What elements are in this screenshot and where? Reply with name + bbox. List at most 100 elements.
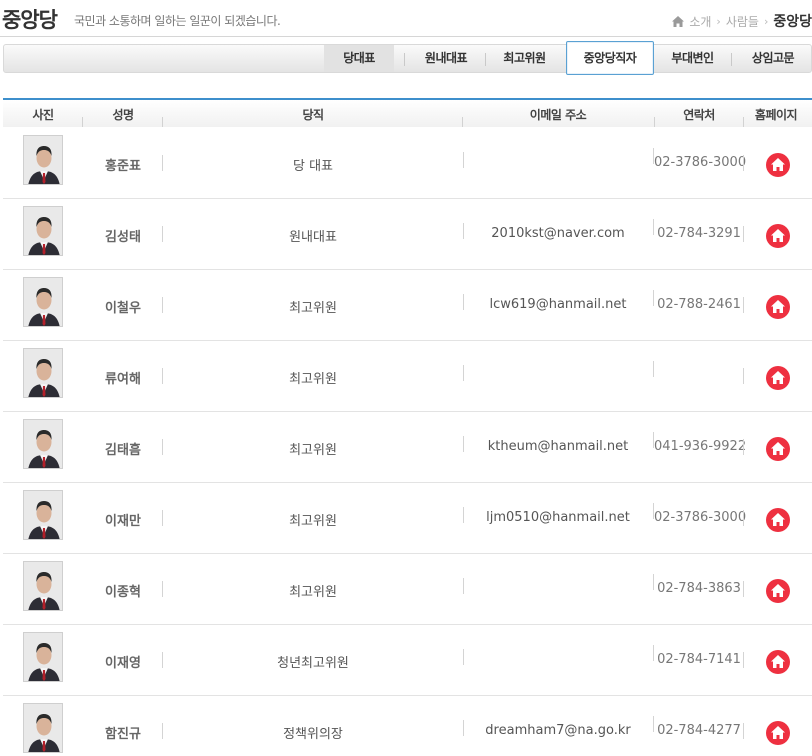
- cell-divider: [463, 649, 464, 665]
- cell-divider: [743, 226, 744, 242]
- page-subtitle: 국민과 소통하며 일하는 일꾼이 되겠습니다.: [74, 14, 281, 28]
- tab-central-officials[interactable]: 중앙당직자: [566, 41, 654, 75]
- member-position: 정책위의장: [283, 727, 343, 742]
- member-email[interactable]: dreamham7@na.go.kr: [463, 723, 653, 738]
- homepage-button[interactable]: [766, 295, 790, 319]
- member-email[interactable]: 2010kst@naver.com: [463, 226, 653, 241]
- member-name: 류여해: [105, 372, 141, 387]
- homepage-button[interactable]: [766, 224, 790, 248]
- cell-divider: [463, 152, 464, 168]
- house-icon: [771, 300, 785, 313]
- member-position: 당 대표: [292, 159, 333, 174]
- breadcrumb: 소개 › 사람들 › 중앙당: [672, 11, 812, 31]
- chevron-right-icon: ›: [716, 14, 721, 28]
- member-position: 최고위원: [289, 443, 337, 458]
- member-position: 최고위원: [289, 514, 337, 529]
- tab-deputy-spokesperson[interactable]: 부대변인: [655, 45, 730, 72]
- member-phone: 02-784-4277: [657, 723, 741, 738]
- column-photo: 사진: [32, 108, 54, 122]
- member-name: 함진규: [105, 727, 141, 742]
- table-row: 김태흠 최고위원 ktheum@hanmail.net 041-936-9922: [3, 412, 812, 483]
- homepage-button[interactable]: [766, 153, 790, 177]
- member-phone: 02-784-7141: [657, 652, 741, 667]
- cell-divider: [743, 297, 744, 313]
- breadcrumb-item-intro[interactable]: 소개: [689, 13, 711, 30]
- member-phone: 02-784-3291: [657, 226, 741, 241]
- homepage-button[interactable]: [766, 650, 790, 674]
- homepage-button[interactable]: [766, 508, 790, 532]
- member-phone: 02-788-2461: [657, 297, 741, 312]
- page-header: 중앙당 국민과 소통하며 일하는 일꾼이 되겠습니다. 소개 › 사람들 › 중…: [0, 0, 812, 37]
- column-email: 이메일 주소: [529, 108, 587, 122]
- home-icon[interactable]: [672, 15, 685, 27]
- member-position: 최고위원: [289, 301, 337, 316]
- tab-bar: 당대표 원내대표 최고위원 중앙당직자 부대변인 상임고문: [3, 41, 812, 75]
- member-name: 홍준표: [105, 159, 141, 174]
- table-row: 이재만 최고위원 ljm0510@hanmail.net 02-3786-3000: [3, 483, 812, 554]
- breadcrumb-item-current: 중앙당: [773, 14, 812, 30]
- table-row: 김성태 원내대표 2010kst@naver.com 02-784-3291: [3, 199, 812, 270]
- column-name: 성명: [112, 108, 134, 122]
- member-name: 김성태: [105, 230, 141, 245]
- member-position: 최고위원: [289, 372, 337, 387]
- homepage-button[interactable]: [766, 437, 790, 461]
- house-icon: [771, 371, 785, 384]
- house-icon: [771, 158, 785, 171]
- person-photo-icon: [23, 419, 63, 469]
- member-phone: 02-3786-3000: [654, 510, 747, 525]
- house-icon: [771, 655, 785, 668]
- cell-divider: [653, 361, 654, 377]
- person-photo-icon: [23, 490, 63, 540]
- member-email[interactable]: ktheum@hanmail.net: [463, 439, 653, 454]
- cell-divider: [743, 510, 744, 526]
- house-icon: [771, 513, 785, 526]
- member-position: 청년최고위원: [277, 656, 349, 671]
- table-row: 류여해 최고위원: [3, 341, 812, 412]
- tab-divider: [404, 53, 405, 66]
- member-name: 이재영: [105, 656, 141, 671]
- cell-divider: [463, 578, 464, 594]
- cell-divider: [743, 652, 744, 668]
- tab-divider: [731, 53, 732, 66]
- member-phone: 041-936-9922: [654, 439, 747, 454]
- cell-divider: [743, 581, 744, 597]
- person-photo-icon: [23, 703, 63, 753]
- cell-divider: [743, 723, 744, 739]
- house-icon: [771, 442, 785, 455]
- tab-supreme-council[interactable]: 최고위원: [487, 45, 562, 72]
- person-photo-icon: [23, 348, 63, 398]
- table-row: 홍준표 당 대표 02-3786-3000: [3, 128, 812, 199]
- tab-party-leader[interactable]: 당대표: [324, 45, 394, 72]
- person-photo-icon: [23, 135, 63, 185]
- person-photo-icon: [23, 632, 63, 682]
- member-phone: 02-784-3863: [657, 581, 741, 596]
- member-name: 이종혁: [105, 585, 141, 600]
- member-name: 이재만: [105, 514, 141, 529]
- homepage-button[interactable]: [766, 721, 790, 745]
- page-title: 중앙당: [2, 8, 58, 32]
- homepage-button[interactable]: [766, 366, 790, 390]
- homepage-button[interactable]: [766, 579, 790, 603]
- table-row: 이재영 청년최고위원 02-784-7141: [3, 625, 812, 696]
- chevron-right-icon: ›: [763, 14, 769, 28]
- breadcrumb-item-people[interactable]: 사람들: [726, 13, 759, 30]
- member-position: 원내대표: [289, 230, 337, 245]
- member-phone: 02-3786-3000: [654, 155, 747, 170]
- cell-divider: [743, 439, 744, 455]
- tab-floor-leader[interactable]: 원내대표: [408, 45, 484, 72]
- member-email[interactable]: lcw619@hanmail.net: [463, 297, 653, 312]
- member-position: 최고위원: [289, 585, 337, 600]
- column-homepage: 홈페이지: [754, 108, 798, 122]
- tab-divider: [485, 53, 486, 66]
- cell-divider: [743, 368, 744, 384]
- table-row: 이철우 최고위원 lcw619@hanmail.net 02-788-2461: [3, 270, 812, 341]
- member-email[interactable]: ljm0510@hanmail.net: [463, 510, 653, 525]
- cell-divider: [743, 155, 744, 171]
- table-row: 함진규 정책위의장 dreamham7@na.go.kr 02-784-4277: [3, 696, 812, 756]
- table-header: 사진 성명 당직 이메일 주소 연락처 홈페이지: [3, 98, 812, 127]
- house-icon: [771, 726, 785, 739]
- house-icon: [771, 584, 785, 597]
- person-photo-icon: [23, 561, 63, 611]
- tab-standing-advisor[interactable]: 상임고문: [735, 45, 811, 72]
- member-name: 이철우: [105, 301, 141, 316]
